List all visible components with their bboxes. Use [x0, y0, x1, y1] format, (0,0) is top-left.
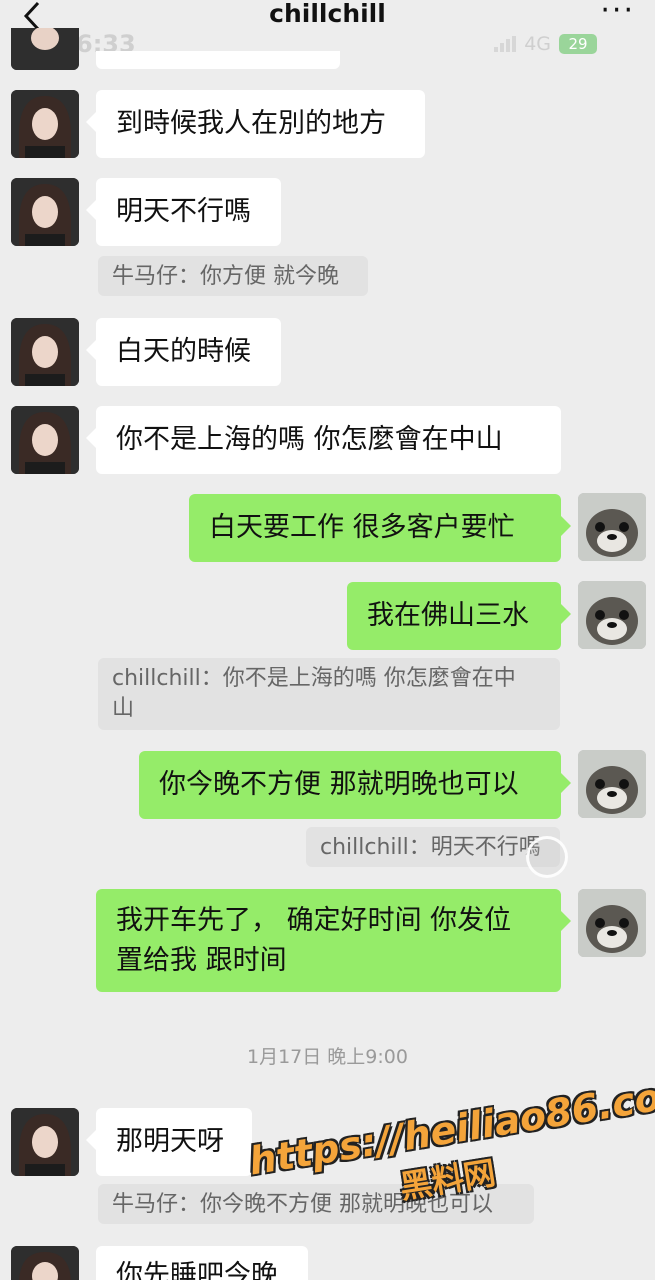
quoted-reply-line: chillchill：你不是上海的嗎 你怎麼會在中 [112, 666, 516, 691]
message-bubble-sent[interactable]: 我开车先了， 确定好时间 你发位 置给我 跟时间 [96, 889, 571, 992]
message-bubble[interactable]: 白天的時候 [86, 318, 281, 386]
message-text: 白天的時候 [116, 336, 251, 367]
message-text-line: 我开车先了， 确定好时间 你发位 [116, 905, 512, 936]
network-label: 4G [524, 33, 551, 55]
my-avatar[interactable] [578, 889, 646, 957]
message-bubble-sent[interactable]: 我在佛山三水 [347, 582, 571, 650]
message-bubble[interactable]: 明天不行嗎 [86, 178, 281, 246]
contact-avatar[interactable] [11, 28, 79, 70]
message-bubble-sent[interactable]: 白天要工作 很多客户要忙 [189, 494, 571, 562]
message-text: 明天不行嗎 [116, 196, 251, 227]
chat-timestamp: 1月17日 晚上9:00 [247, 1046, 408, 1068]
message-bubble[interactable]: 到時候我人在別的地方 [86, 90, 425, 158]
contact-avatar[interactable] [11, 318, 79, 386]
message-text: 你先睡吧今晚 [116, 1260, 278, 1280]
quoted-reply-line: 山 [112, 696, 135, 721]
message-bubble-partial[interactable] [96, 51, 340, 69]
message-bubble[interactable]: 那明天呀 [86, 1108, 252, 1176]
quoted-reply[interactable]: chillchill：明天不行嗎 [306, 827, 560, 867]
message-text: 你不是上海的嗎 你怎麼會在中山 [116, 424, 503, 455]
quoted-reply[interactable]: chillchill：你不是上海的嗎 你怎麼會在中 山 [98, 658, 560, 730]
message-bubble-sent[interactable]: 你今晚不方便 那就明晚也可以 [139, 751, 571, 819]
quoted-reply[interactable]: 牛马仔：你方便 就今晚 [98, 256, 368, 296]
signal-icon [494, 36, 517, 52]
contact-avatar[interactable] [11, 1246, 79, 1280]
contact-avatar[interactable] [11, 406, 79, 474]
battery-level: 29 [568, 35, 588, 53]
watermark: https://heiliao86.com 黑料网 [246, 1069, 655, 1258]
status-indicators: 4G 29 [494, 33, 597, 55]
more-options-button[interactable]: ··· [600, 0, 635, 28]
message-text: 我在佛山三水 [367, 600, 529, 631]
contact-avatar[interactable] [11, 1108, 79, 1176]
message-text: 你今晚不方便 那就明晚也可以 [159, 769, 519, 800]
contact-avatar[interactable] [11, 90, 79, 158]
my-avatar[interactable] [578, 493, 646, 561]
touch-indicator [526, 836, 568, 878]
message-text: 白天要工作 很多客户要忙 [209, 512, 515, 543]
my-avatar[interactable] [578, 581, 646, 649]
battery-icon: 29 [559, 34, 597, 54]
contact-avatar[interactable] [11, 178, 79, 246]
message-bubble[interactable]: 你不是上海的嗎 你怎麼會在中山 [86, 406, 561, 474]
message-text: 到時候我人在別的地方 [116, 108, 386, 139]
my-avatar[interactable] [578, 750, 646, 818]
message-text: 那明天呀 [116, 1126, 224, 1157]
chat-title: chillchill [269, 0, 386, 28]
message-text-line: 置给我 跟时间 [116, 945, 287, 976]
